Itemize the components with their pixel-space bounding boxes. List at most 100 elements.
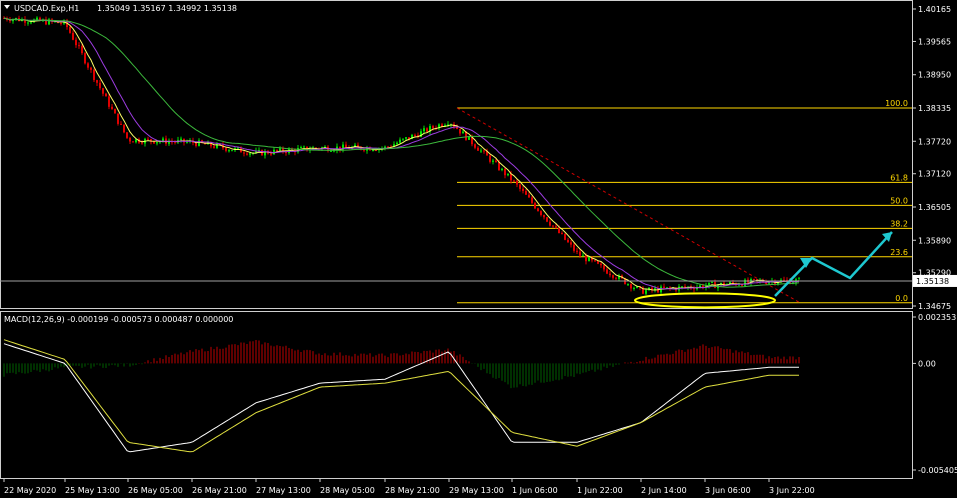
candle-body [525,190,527,195]
candle-body [558,227,560,234]
candle-body [597,261,599,264]
candle-body [132,141,134,143]
candle-body [105,93,107,97]
candle-body [492,160,494,162]
candle-body [60,23,62,25]
candle-body [243,152,245,154]
candle-body [711,282,713,284]
candle-body [441,124,443,127]
candle-body [414,134,416,136]
ohlc-values: 1.35049 1.35167 1.34992 1.35138 [97,4,237,13]
fib-level-label: 50.0 [890,196,908,205]
candle-body [570,242,572,245]
candle-body [426,128,428,132]
candle-body [279,148,281,151]
candle-body [552,225,554,227]
fib-level-label: 23.6 [890,248,908,257]
candle-body [129,137,131,142]
candle-body [249,153,251,155]
candle-body [180,138,182,140]
price-tick-label: 1.35890 [918,236,951,245]
candle-body [477,147,479,151]
candle-body [156,142,158,144]
candle-body [588,257,590,262]
candle-body [432,126,434,129]
candle-body [213,146,215,148]
candle-body [114,109,116,114]
time-tick-label: 26 May 05:00 [128,486,183,495]
candle-body [402,138,404,140]
candle-body [501,168,503,171]
candle-body [153,141,155,144]
candle-body [507,173,509,176]
candle-body [372,150,374,152]
candle-body [330,150,332,152]
candle-body [615,277,617,279]
fib-level-label: 61.8 [890,173,908,182]
candle-body [561,233,563,235]
price-tick-label: 1.40165 [918,5,951,14]
candle-body [270,153,272,155]
candle-body [102,88,104,94]
candle-body [303,146,305,148]
candle-body [81,46,83,54]
trading-chart[interactable]: 1.40165 1.39565 1.38950 1.38335 1.37720 1.371… [0,0,957,498]
candle-body [528,194,530,198]
price-tick-label: 1.38950 [918,71,951,80]
candle-body [663,286,665,289]
candle-body [645,290,647,294]
price-tick-label: 1.39565 [918,37,951,46]
candle-body [537,208,539,212]
candle-body [423,128,425,132]
candle-body [474,144,476,148]
candle-body [198,140,200,146]
time-tick-label: 3 Jun 06:00 [705,486,751,495]
macd-tick-label: -0.005405 [918,466,957,475]
price-tick-label: 1.37120 [918,170,951,179]
candle-body [546,217,548,222]
candle-body [699,285,701,288]
candle-body [75,39,77,46]
candle-body [594,260,596,262]
time-tick-label: 22 May 2020 [4,486,56,495]
candle-body [195,142,197,146]
candle-body [396,142,398,145]
macd-header: MACD(12,26,9) -0.000199 -0.000573 0.0004… [4,315,233,324]
time-tick-label: 2 Jun 14:00 [641,486,687,495]
candle-body [120,123,122,125]
candle-body [534,202,536,209]
candle-body [573,244,575,251]
candle-body [753,279,755,281]
time-tick-label: 29 May 13:00 [449,486,504,495]
macd-tick-label: 0.002353 [918,313,956,322]
candle-body [141,142,143,144]
candle-body [681,286,683,288]
candle-body [600,263,602,266]
candle-body [630,284,632,289]
fib-level-label: 38.2 [890,219,908,228]
candle-body [93,69,95,81]
candle-body [576,250,578,252]
candle-body [609,273,611,276]
candle-body [228,150,230,152]
candle-body [276,149,278,151]
candle-body [582,255,584,257]
macd-tick-label: 0.00 [918,359,936,368]
price-tick-label: 1.36505 [918,203,951,212]
candle-body [606,269,608,274]
time-tick-label: 28 May 21:00 [385,486,440,495]
candle-body [567,239,569,243]
candle-body [516,180,518,185]
candle-body [72,32,74,40]
time-tick-label: 27 May 13:00 [256,486,311,495]
time-tick-label: 28 May 05:00 [320,486,375,495]
candle-body [519,184,521,189]
candle-body [543,214,545,218]
candle-body [483,150,485,152]
candle-body [405,137,407,139]
candle-body [27,22,29,24]
candle-body [69,27,71,33]
candle-body [84,53,86,64]
candle-body [459,128,461,134]
candle-body [399,139,401,143]
